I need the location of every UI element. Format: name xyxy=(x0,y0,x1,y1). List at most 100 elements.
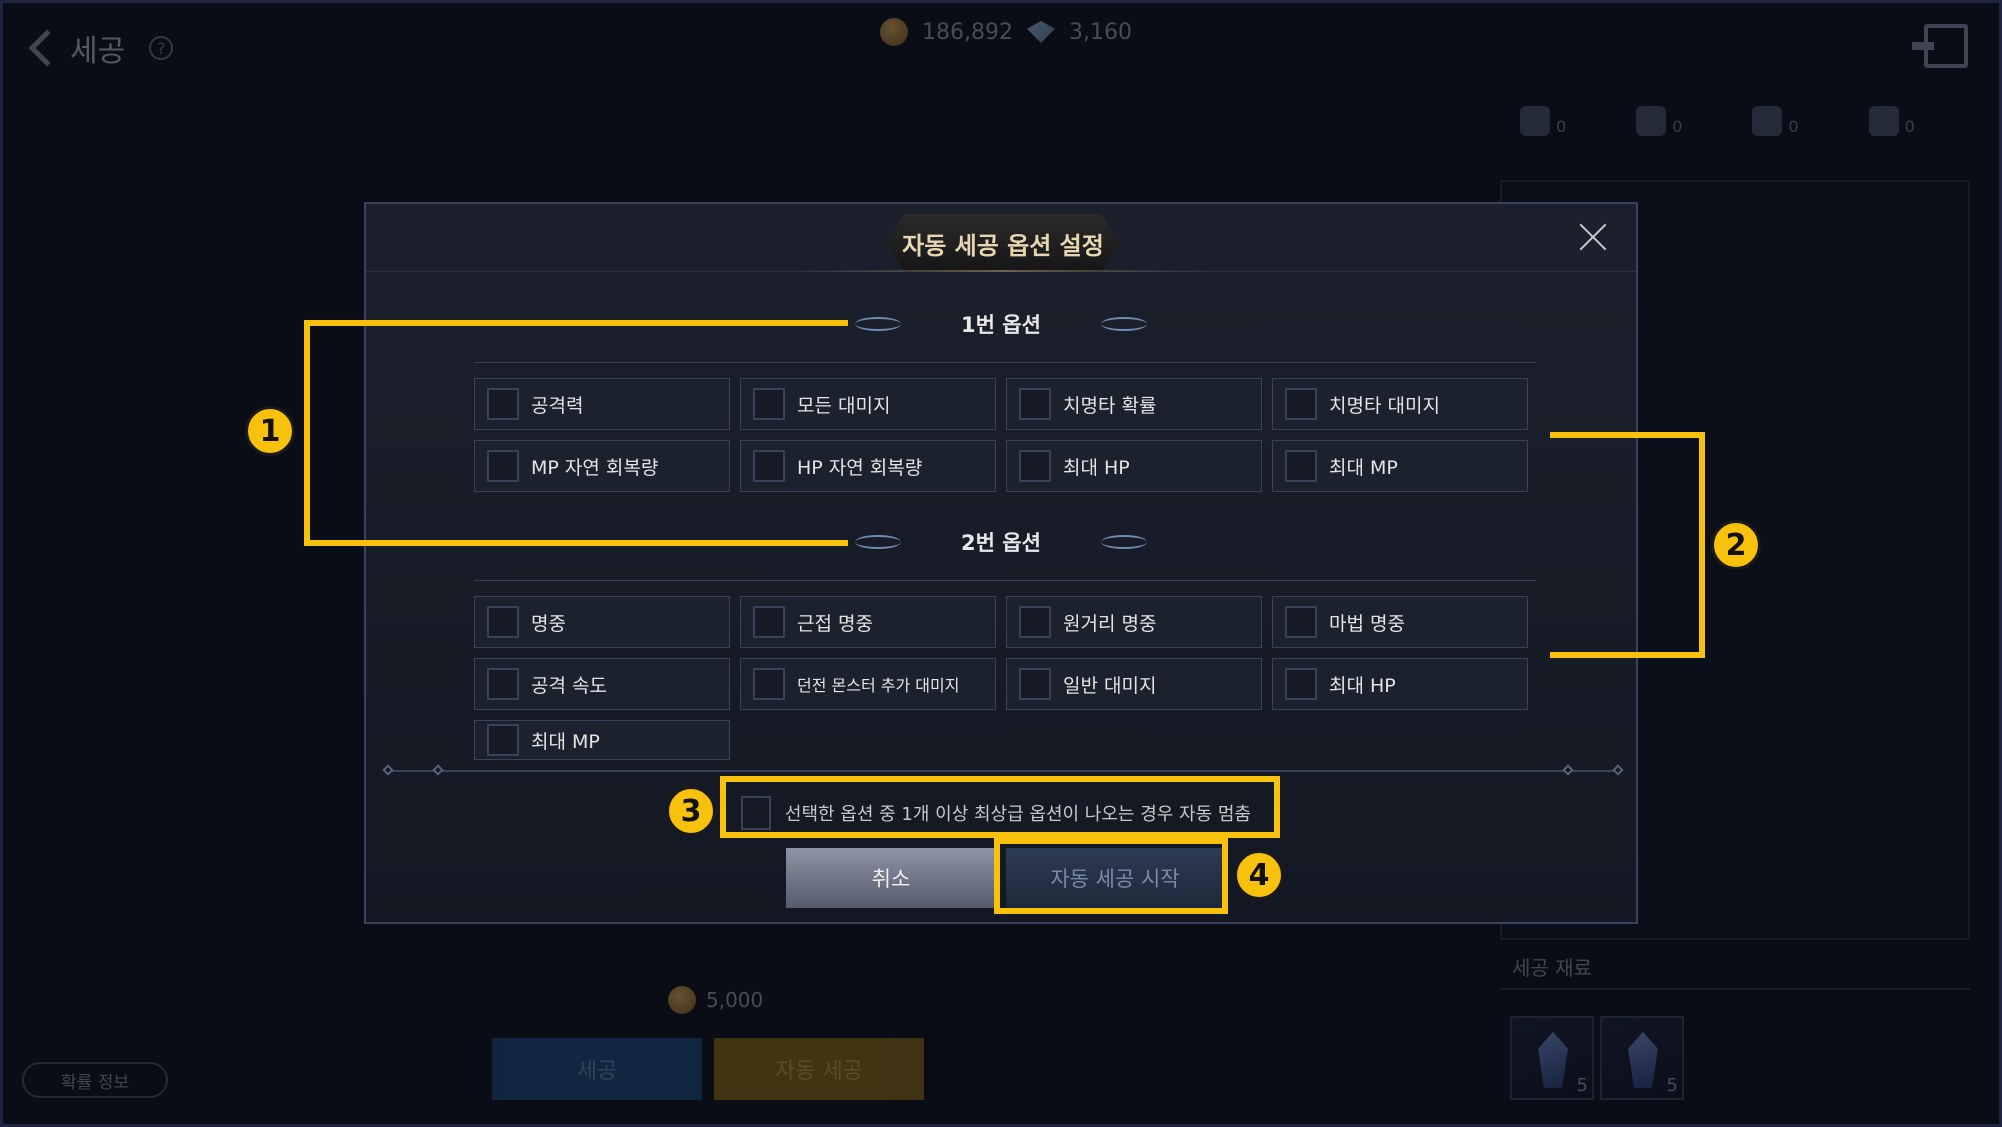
cancel-button[interactable]: 취소 xyxy=(786,848,996,908)
annotation-bracket-1-bottom xyxy=(304,540,848,546)
material-count: 5 xyxy=(1576,1075,1588,1096)
option-item[interactable]: HP 자연 회복량 xyxy=(740,440,996,492)
divider-dot xyxy=(1562,764,1574,776)
back-button[interactable]: 세공 ? xyxy=(22,26,174,70)
close-icon[interactable] xyxy=(1578,222,1608,252)
swirl-ornament-icon xyxy=(855,317,902,331)
material-slot-2[interactable]: 5 xyxy=(1600,1016,1684,1100)
gold-coin-icon xyxy=(668,986,696,1014)
section-2-title: 2번 옵션 xyxy=(961,531,1041,555)
checkbox[interactable] xyxy=(753,388,785,420)
gold-amount: 186,892 xyxy=(922,19,1013,45)
option-item[interactable]: 치명타 대미지 xyxy=(1272,378,1528,430)
checkbox[interactable] xyxy=(1285,388,1317,420)
option-item[interactable]: 모든 대미지 xyxy=(740,378,996,430)
refine-button[interactable]: 세공 xyxy=(492,1038,702,1100)
option-item[interactable]: 공격 속도 xyxy=(474,658,730,710)
option-item[interactable]: 마법 명중 xyxy=(1272,596,1528,648)
section-2-options: 명중 근접 명중 원거리 명중 마법 명중 공격 속도 던전 몬스터 추가 대미… xyxy=(474,596,1528,760)
section-1-options: 공격력 모든 대미지 치명타 확률 치명타 대미지 MP 자연 회복량 HP 자… xyxy=(474,378,1528,492)
gem-amount: 3,160 xyxy=(1068,19,1132,45)
annotation-badge-2: 2 xyxy=(1711,520,1761,570)
exit-icon[interactable] xyxy=(1912,24,1968,68)
stat-ring: 0 xyxy=(1868,106,1915,136)
stat-attack: 0 xyxy=(1520,106,1566,136)
materials-divider xyxy=(1500,988,1970,990)
paw-icon xyxy=(1752,106,1783,136)
option-item[interactable]: MP 자연 회복량 xyxy=(474,440,730,492)
checkbox[interactable] xyxy=(1019,388,1051,420)
stat-sword: 0 xyxy=(1636,106,1682,136)
checkbox[interactable] xyxy=(1285,450,1317,482)
option-item[interactable]: 치명타 확률 xyxy=(1006,378,1262,430)
ai-icon xyxy=(1520,106,1550,136)
checkbox[interactable] xyxy=(1019,606,1051,638)
modal-header: 자동 세공 옵션 설정 xyxy=(366,204,1636,272)
help-icon[interactable]: ? xyxy=(149,36,174,60)
swirl-ornament-icon xyxy=(1100,535,1147,549)
section-1-rule xyxy=(474,362,1536,363)
section-1-title: 1번 옵션 xyxy=(961,313,1041,337)
gold-coin-icon xyxy=(880,18,908,46)
checkbox[interactable] xyxy=(753,606,785,638)
annotation-bracket-2-bottom xyxy=(1550,652,1705,658)
checkbox[interactable] xyxy=(753,450,785,482)
divider-dot xyxy=(432,764,444,776)
option-item[interactable]: 공격력 xyxy=(474,378,730,430)
material-count: 5 xyxy=(1666,1075,1678,1096)
checkbox[interactable] xyxy=(753,668,785,700)
checkbox[interactable] xyxy=(487,606,519,638)
swirl-ornament-icon xyxy=(855,535,902,549)
option-item[interactable]: 최대 HP xyxy=(1006,440,1262,492)
annotation-badge-4: 4 xyxy=(1234,850,1284,900)
section-2-rule xyxy=(474,580,1536,581)
refine-cost: 5,000 xyxy=(668,986,763,1014)
annotation-bracket-2-top xyxy=(1550,432,1705,438)
option-item[interactable]: 던전 몬스터 추가 대미지 xyxy=(740,658,996,710)
annotation-bracket-2-side xyxy=(1699,432,1705,658)
annotation-box-3 xyxy=(720,776,1280,838)
checkbox[interactable] xyxy=(487,388,519,420)
checkbox[interactable] xyxy=(487,668,519,700)
gem-icon xyxy=(1026,21,1055,43)
material-slot-1[interactable]: 5 xyxy=(1510,1016,1594,1100)
crystal-icon xyxy=(1628,1032,1658,1088)
option-item[interactable]: 최대 MP xyxy=(474,720,730,760)
stat-paw: 0 xyxy=(1752,106,1799,136)
option-item[interactable]: 일반 대미지 xyxy=(1006,658,1262,710)
annotation-badge-3: 3 xyxy=(666,786,716,836)
checkbox[interactable] xyxy=(487,724,519,756)
materials-title: 세공 재료 xyxy=(1512,956,1592,980)
annotation-box-4 xyxy=(994,838,1228,914)
cost-amount: 5,000 xyxy=(706,988,764,1012)
option-item[interactable]: 최대 HP xyxy=(1272,658,1528,710)
currency-bar: 186,892 3,160 xyxy=(880,18,1132,46)
probability-info-button[interactable]: 확률 정보 xyxy=(22,1062,168,1098)
annotation-bracket-1-top xyxy=(304,320,848,326)
checkbox[interactable] xyxy=(1285,668,1317,700)
annotation-bracket-1-side xyxy=(304,320,310,546)
modal-divider xyxy=(382,764,1624,776)
option-item[interactable]: 명중 xyxy=(474,596,730,648)
annotation-badge-1: 1 xyxy=(245,406,295,456)
checkbox[interactable] xyxy=(1285,606,1317,638)
sword-icon xyxy=(1636,106,1667,136)
checkbox[interactable] xyxy=(1019,668,1051,700)
stat-bar: 0 0 0 0 xyxy=(1520,106,1915,136)
divider-dot xyxy=(382,764,394,776)
title-ornament xyxy=(796,270,1210,272)
crystal-icon xyxy=(1538,1032,1568,1088)
auto-refine-button[interactable]: 자동 세공 xyxy=(714,1038,924,1100)
swirl-ornament-icon xyxy=(1100,317,1147,331)
checkbox[interactable] xyxy=(487,450,519,482)
ring-icon xyxy=(1868,106,1899,136)
checkbox[interactable] xyxy=(1019,450,1051,482)
divider-dot xyxy=(1612,764,1624,776)
option-item[interactable]: 근접 명중 xyxy=(740,596,996,648)
option-item[interactable]: 원거리 명중 xyxy=(1006,596,1262,648)
back-arrow-icon xyxy=(28,29,66,67)
page-title: 세공 xyxy=(70,34,126,69)
modal-title: 자동 세공 옵션 설정 xyxy=(902,231,1104,260)
title-plate: 자동 세공 옵션 설정 xyxy=(886,214,1120,272)
option-item[interactable]: 최대 MP xyxy=(1272,440,1528,492)
